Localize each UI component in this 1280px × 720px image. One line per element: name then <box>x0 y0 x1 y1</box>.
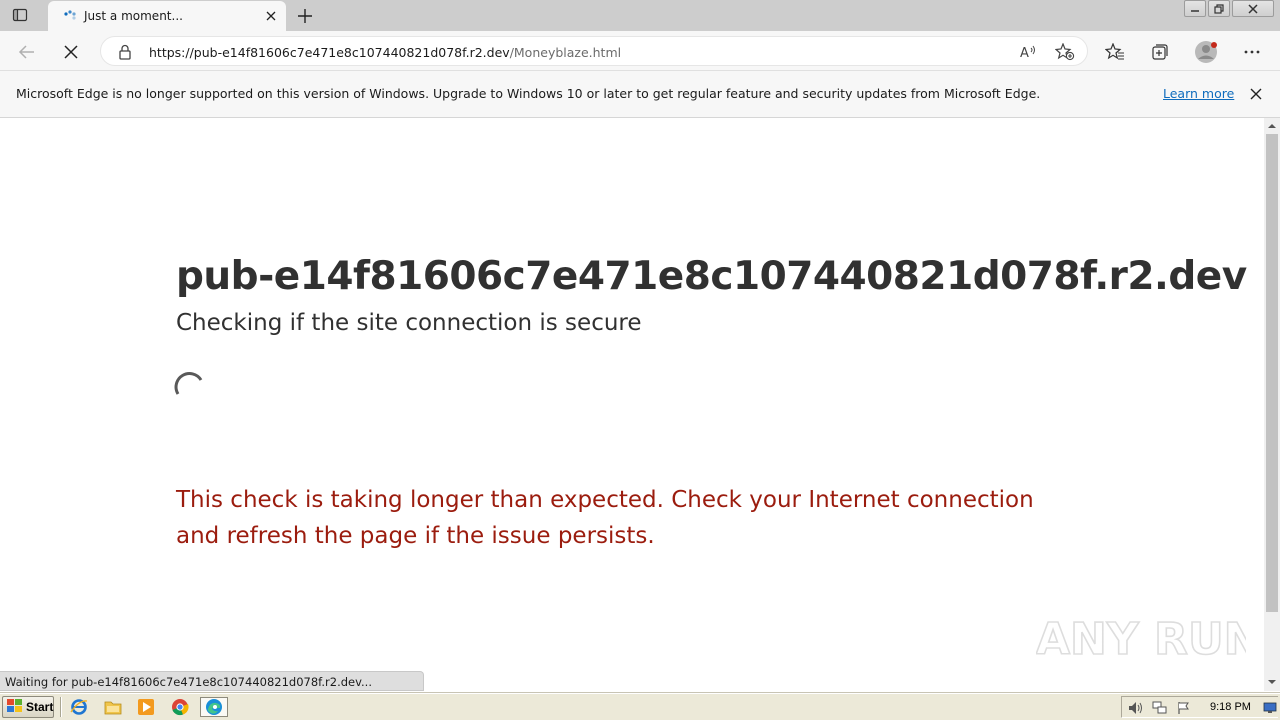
file-explorer-icon[interactable] <box>102 697 124 717</box>
stop-button[interactable] <box>58 39 84 65</box>
media-player-icon[interactable] <box>135 697 157 717</box>
more-button[interactable] <box>1239 39 1265 65</box>
network-icon[interactable] <box>1152 700 1168 716</box>
profile-button[interactable] <box>1193 39 1219 65</box>
page-title: pub-e14f81606c7e471e8c107440821d078f.r2.… <box>176 254 1247 299</box>
tab-strip: Just a moment... <box>0 0 1280 31</box>
learn-more-link[interactable]: Learn more <box>1163 86 1234 101</box>
minimize-icon <box>1191 9 1199 12</box>
page-subtitle: Checking if the site connection is secur… <box>176 310 642 336</box>
anyrun-watermark: ANY RUN <box>1035 606 1261 666</box>
chrome-icon[interactable] <box>169 697 191 717</box>
collections-button[interactable] <box>1147 39 1173 65</box>
page-content: pub-e14f81606c7e471e8c107440821d078f.r2.… <box>0 118 1264 691</box>
minimize-button[interactable] <box>1184 0 1206 17</box>
action-center-flag-icon[interactable] <box>1176 700 1192 716</box>
taskbar-clock[interactable]: 9:18 PM <box>1210 701 1251 713</box>
infobar-close-button[interactable] <box>1246 84 1266 104</box>
profile-icon <box>1195 41 1217 63</box>
tab-actions-button[interactable] <box>10 6 30 26</box>
tab-actions-icon <box>12 7 28 26</box>
scroll-thumb[interactable] <box>1266 134 1278 612</box>
address-bar[interactable]: https://pub-e14f81606c7e471e8c107440821d… <box>100 36 1088 66</box>
status-bubble: Waiting for pub-e14f81606c7e471e8c107440… <box>0 671 424 691</box>
new-tab-button[interactable] <box>294 5 316 27</box>
timeout-error-message: This check is taking longer than expecte… <box>176 487 1034 549</box>
screen: Just a moment... https://pub-e14f81606c7… <box>0 0 1280 720</box>
back-arrow-icon <box>18 45 34 59</box>
svg-text:A: A <box>1020 46 1029 60</box>
chevron-down-icon <box>1268 680 1276 684</box>
restore-button[interactable] <box>1208 0 1230 17</box>
close-icon <box>1250 88 1262 100</box>
collections-icon <box>1152 44 1168 60</box>
windows-logo-icon <box>7 698 23 716</box>
scroll-down-button[interactable] <box>1264 676 1280 688</box>
favorites-icon <box>1105 43 1124 60</box>
plus-icon <box>298 9 312 23</box>
url-text[interactable]: https://pub-e14f81606c7e471e8c107440821d… <box>149 45 621 60</box>
browser-tab[interactable]: Just a moment... <box>48 1 286 31</box>
show-desktop-icon[interactable] <box>1262 700 1278 716</box>
add-favorite-icon[interactable] <box>1055 42 1075 62</box>
read-aloud-icon[interactable]: A <box>1019 42 1039 62</box>
system-tray: 9:18 PM <box>1121 696 1278 718</box>
taskbar: Start 9:18 PM <box>0 693 1280 720</box>
tab-close-button[interactable] <box>263 8 279 24</box>
start-button[interactable]: Start <box>2 696 54 718</box>
unsupported-os-infobar: Microsoft Edge is no longer supported on… <box>0 71 1280 118</box>
status-text: Waiting for pub-e14f81606c7e471e8c107440… <box>5 675 372 689</box>
edge-taskbar-icon[interactable] <box>200 697 228 717</box>
scroll-up-button[interactable] <box>1264 120 1280 132</box>
close-icon <box>1248 3 1258 14</box>
url-path: /Moneyblaze.html <box>509 45 622 60</box>
taskbar-separator <box>60 697 62 717</box>
tab-title: Just a moment... <box>84 9 183 23</box>
volume-icon[interactable] <box>1128 700 1144 716</box>
chevron-up-icon <box>1268 124 1276 128</box>
start-label: Start <box>26 700 54 714</box>
close-icon <box>266 11 276 21</box>
loading-icon <box>63 9 77 23</box>
back-button[interactable] <box>14 39 40 65</box>
vertical-scrollbar[interactable] <box>1264 118 1280 691</box>
url-host: https://pub-e14f81606c7e471e8c107440821d… <box>149 45 510 60</box>
more-icon <box>1244 50 1260 54</box>
restore-icon <box>1214 3 1224 14</box>
close-window-button[interactable] <box>1232 0 1274 17</box>
favorites-button[interactable] <box>1102 39 1128 65</box>
loading-spinner-icon <box>174 372 206 404</box>
internet-explorer-icon[interactable] <box>68 697 90 717</box>
lock-icon[interactable] <box>118 44 132 63</box>
watermark-text: ANY RUN <box>1036 614 1246 665</box>
infobar-message: Microsoft Edge is no longer supported on… <box>16 86 1041 101</box>
stop-icon <box>64 45 78 59</box>
browser-toolbar: https://pub-e14f81606c7e471e8c107440821d… <box>0 31 1280 71</box>
